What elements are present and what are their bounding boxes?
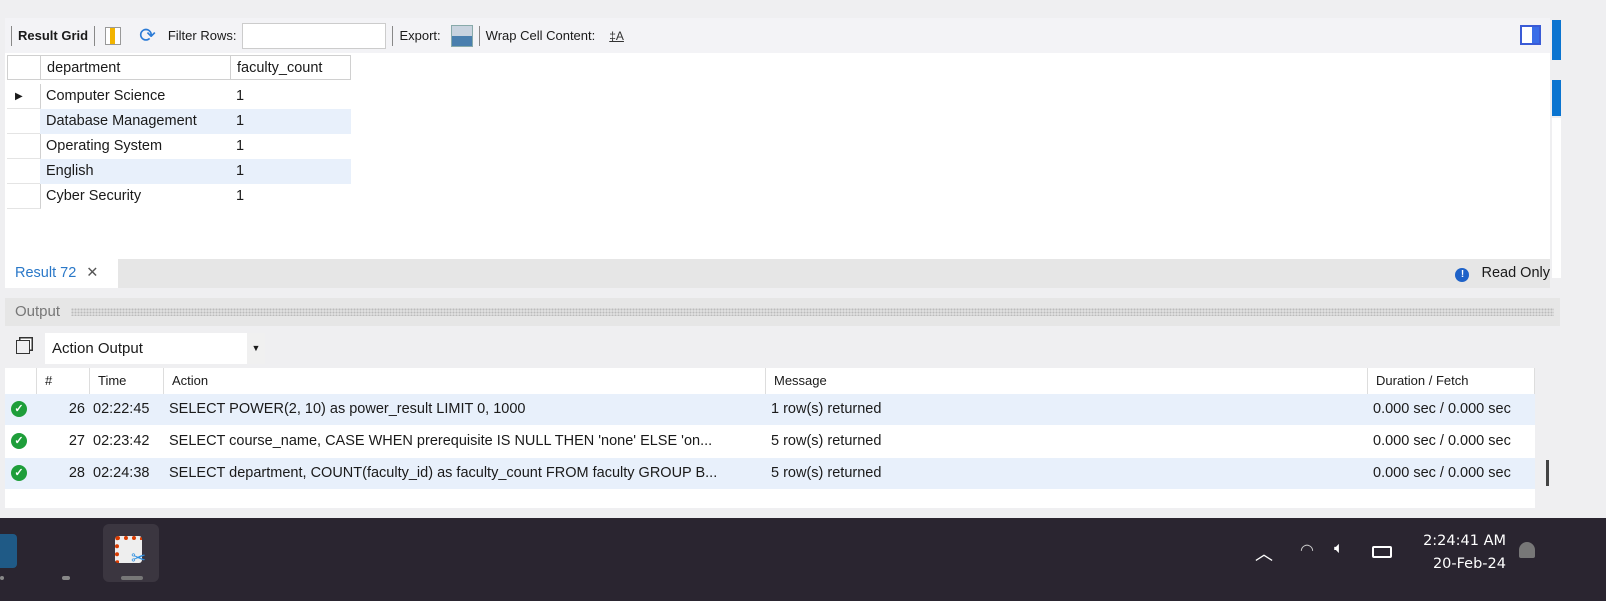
column-header-duration[interactable]: Duration / Fetch bbox=[1368, 368, 1535, 394]
clock-date: 20-Feb-24 bbox=[1432, 556, 1506, 572]
cell-faculty-count[interactable]: 1 bbox=[230, 109, 351, 134]
column-header-message[interactable]: Message bbox=[766, 368, 1368, 394]
row-header[interactable] bbox=[7, 184, 41, 209]
output-row[interactable]: ✓ 27 02:23:42 SELECT course_name, CASE W… bbox=[5, 426, 1535, 457]
chevron-down-icon: ▼ bbox=[247, 333, 265, 364]
export-label: Export: bbox=[399, 28, 441, 43]
row-action: SELECT POWER(2, 10) as power_result LIMI… bbox=[169, 401, 526, 417]
row-duration: 0.000 sec / 0.000 sec bbox=[1373, 465, 1511, 481]
output-panel-header: Output bbox=[5, 298, 1560, 326]
row-header[interactable]: ▶ bbox=[7, 84, 41, 109]
success-icon: ✓ bbox=[11, 433, 27, 449]
row-message: 5 row(s) returned bbox=[771, 465, 882, 481]
scissors-icon: ✂ bbox=[131, 548, 147, 568]
output-type-dropdown[interactable]: Action Output ▼ bbox=[45, 333, 265, 364]
close-icon[interactable]: ✕ bbox=[86, 265, 98, 281]
row-time: 02:22:45 bbox=[93, 401, 150, 417]
wrap-cell-icon[interactable]: ‡A bbox=[609, 29, 624, 43]
read-only-label: Read Only bbox=[1481, 265, 1550, 281]
success-icon: ✓ bbox=[11, 465, 27, 481]
column-header-faculty-count[interactable]: faculty_count bbox=[230, 55, 351, 80]
row-message: 5 row(s) returned bbox=[771, 433, 882, 449]
side-scrollbar-track bbox=[1552, 118, 1561, 278]
action-output-table: # Time Action Message Duration / Fetch ✓… bbox=[5, 368, 1535, 508]
result-tabs: Result 72 ✕ ! Read Only bbox=[5, 259, 1550, 288]
output-title: Output bbox=[15, 303, 61, 320]
grid-layout-icon[interactable] bbox=[105, 26, 122, 45]
column-header-time[interactable]: Time bbox=[90, 368, 164, 394]
result-grid: department faculty_count ▶ Computer Scie… bbox=[5, 53, 1550, 259]
row-action: SELECT course_name, CASE WHEN prerequisi… bbox=[169, 433, 713, 449]
side-scrollbar-lower[interactable] bbox=[1552, 80, 1561, 116]
column-header-num[interactable]: # bbox=[37, 368, 90, 394]
row-number: 26 bbox=[68, 401, 85, 417]
output-row[interactable]: ✓ 28 02:24:38 SELECT department, COUNT(f… bbox=[5, 458, 1535, 489]
tab-label: Result 72 bbox=[15, 265, 77, 281]
row-message: 1 row(s) returned bbox=[771, 401, 882, 417]
filter-rows-input[interactable] bbox=[242, 22, 387, 49]
row-duration: 0.000 sec / 0.000 sec bbox=[1373, 433, 1511, 449]
row-header[interactable] bbox=[7, 134, 41, 159]
cell-department[interactable]: English bbox=[40, 159, 231, 184]
wrap-cell-label: Wrap Cell Content: bbox=[485, 28, 596, 43]
status-column-header bbox=[5, 368, 37, 394]
side-scrollbar[interactable] bbox=[1552, 20, 1561, 60]
cell-department[interactable]: Database Management bbox=[40, 109, 231, 134]
cell-faculty-count[interactable]: 1 bbox=[230, 184, 351, 209]
dropdown-value: Action Output bbox=[52, 340, 143, 357]
battery-icon[interactable] bbox=[1372, 546, 1392, 558]
cell-faculty-count[interactable]: 1 bbox=[230, 134, 351, 159]
snipping-tool-button[interactable]: ✂ bbox=[103, 524, 159, 582]
filter-rows-label: Filter Rows: bbox=[167, 28, 237, 43]
column-header-department[interactable]: department bbox=[40, 55, 231, 80]
output-scrollbar-thumb[interactable] bbox=[1546, 460, 1549, 486]
chevron-up-icon[interactable]: ︿ bbox=[1255, 540, 1273, 566]
running-indicator bbox=[62, 576, 70, 580]
output-row[interactable]: ✓ 26 02:22:45 SELECT POWER(2, 10) as pow… bbox=[5, 394, 1535, 425]
cell-department[interactable]: Operating System bbox=[40, 134, 231, 159]
read-only-indicator: ! Read Only bbox=[1455, 259, 1550, 288]
success-icon: ✓ bbox=[11, 401, 27, 417]
cell-faculty-count[interactable]: 1 bbox=[230, 84, 351, 109]
row-action: SELECT department, COUNT(faculty_id) as … bbox=[169, 465, 718, 481]
divider bbox=[94, 25, 96, 46]
taskbar: ✂ ︿ ◠ 🔈︎ 2:24:41 AM 20-Feb-24 bbox=[0, 518, 1606, 601]
running-indicator bbox=[0, 576, 4, 580]
row-duration: 0.000 sec / 0.000 sec bbox=[1373, 401, 1511, 417]
row-number: 27 bbox=[68, 433, 85, 449]
cell-department[interactable]: Cyber Security bbox=[40, 184, 231, 209]
row-header-corner bbox=[7, 55, 41, 80]
divider bbox=[11, 25, 12, 46]
row-header[interactable] bbox=[7, 159, 41, 184]
column-header-action[interactable]: Action bbox=[164, 368, 766, 394]
refresh-icon[interactable]: ⟳ bbox=[139, 23, 156, 48]
clock[interactable]: 2:24:41 AM 20-Feb-24 bbox=[1400, 530, 1506, 576]
volume-icon[interactable]: 🔈︎ bbox=[1334, 540, 1344, 558]
wifi-icon[interactable]: ◠ bbox=[1300, 540, 1314, 560]
tab-result-72[interactable]: Result 72 ✕ bbox=[5, 259, 118, 288]
drag-grip[interactable] bbox=[71, 308, 1554, 316]
row-time: 02:23:42 bbox=[93, 433, 150, 449]
export-icon[interactable] bbox=[450, 24, 473, 47]
toggle-panel-icon[interactable] bbox=[1520, 25, 1541, 45]
cell-department[interactable]: Computer Science bbox=[40, 84, 231, 109]
active-indicator bbox=[121, 576, 143, 580]
cell-faculty-count[interactable]: 1 bbox=[230, 159, 351, 184]
divider bbox=[392, 25, 394, 46]
row-header[interactable] bbox=[7, 109, 41, 134]
row-time: 02:24:38 bbox=[93, 465, 150, 481]
mysql-workbench-icon[interactable] bbox=[0, 534, 17, 568]
notification-bell-icon[interactable] bbox=[1519, 542, 1535, 558]
info-icon: ! bbox=[1455, 268, 1470, 282]
clock-time: 2:24:41 AM bbox=[1423, 533, 1506, 549]
copy-icon[interactable] bbox=[16, 340, 30, 354]
result-grid-button[interactable]: Result Grid bbox=[18, 28, 88, 43]
result-toolbar: Result Grid ⟳ Filter Rows: Export: Wrap … bbox=[5, 18, 1550, 53]
row-number: 28 bbox=[68, 465, 85, 481]
divider bbox=[478, 25, 480, 46]
